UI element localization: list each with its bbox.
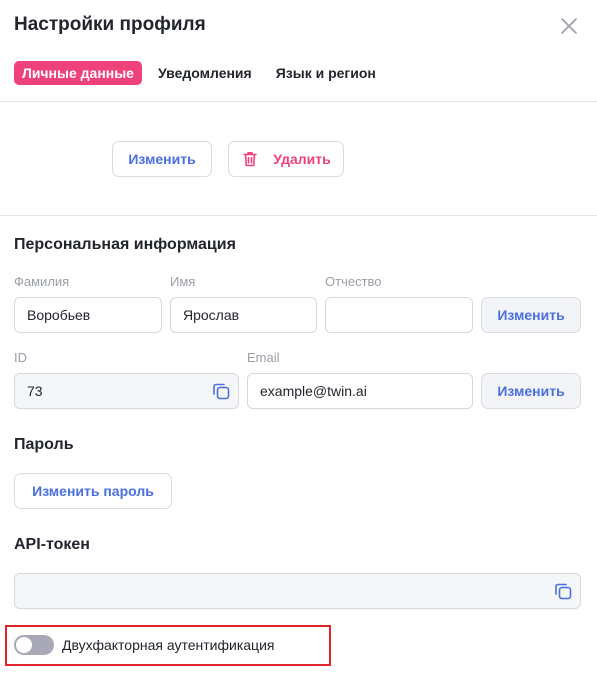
trash-icon: [243, 152, 258, 167]
two-factor-label: Двухфакторная аутентификация: [62, 637, 275, 653]
tab-bar: Личные данные Уведомления Язык и регион: [14, 61, 392, 85]
change-avatar-button[interactable]: Изменить: [112, 141, 212, 177]
change-avatar-label: Изменить: [128, 151, 196, 167]
delete-avatar-button[interactable]: Удалить: [228, 141, 344, 177]
personal-info-title: Персональная информация: [14, 236, 236, 253]
api-token-field[interactable]: [14, 573, 581, 609]
email-field[interactable]: example@twin.ai: [247, 373, 473, 409]
toggle-knob: [16, 637, 32, 653]
copy-icon[interactable]: [211, 381, 231, 401]
first-name-field[interactable]: Ярослав: [170, 297, 317, 333]
two-factor-toggle[interactable]: [14, 635, 54, 655]
change-email-button[interactable]: Изменить: [481, 373, 581, 409]
password-title: Пароль: [14, 436, 74, 453]
last-name-field[interactable]: Воробьев: [14, 297, 162, 333]
close-icon[interactable]: [559, 16, 579, 36]
change-email-label: Изменить: [497, 383, 565, 399]
id-value: 73: [27, 383, 43, 399]
id-field[interactable]: 73: [14, 373, 239, 409]
delete-avatar-label: Удалить: [273, 151, 331, 167]
tab-notifications[interactable]: Уведомления: [150, 61, 260, 85]
last-name-label: Фамилия: [14, 274, 70, 289]
change-name-button[interactable]: Изменить: [481, 297, 581, 333]
divider: [0, 215, 597, 216]
change-password-label: Изменить пароль: [32, 483, 154, 499]
tab-personal-data[interactable]: Личные данные: [14, 61, 142, 85]
id-label: ID: [14, 350, 27, 365]
first-name-label: Имя: [170, 274, 196, 289]
change-password-button[interactable]: Изменить пароль: [14, 473, 172, 509]
tab-language-region[interactable]: Язык и регион: [268, 61, 384, 85]
api-token-title: API-токен: [14, 536, 90, 553]
middle-name-field[interactable]: [325, 297, 473, 333]
email-label: Email: [247, 350, 280, 365]
middle-name-label: Отчество: [325, 274, 382, 289]
change-name-label: Изменить: [497, 307, 565, 323]
divider: [0, 101, 597, 102]
copy-icon[interactable]: [553, 581, 573, 601]
page-title: Настройки профиля: [14, 14, 206, 35]
